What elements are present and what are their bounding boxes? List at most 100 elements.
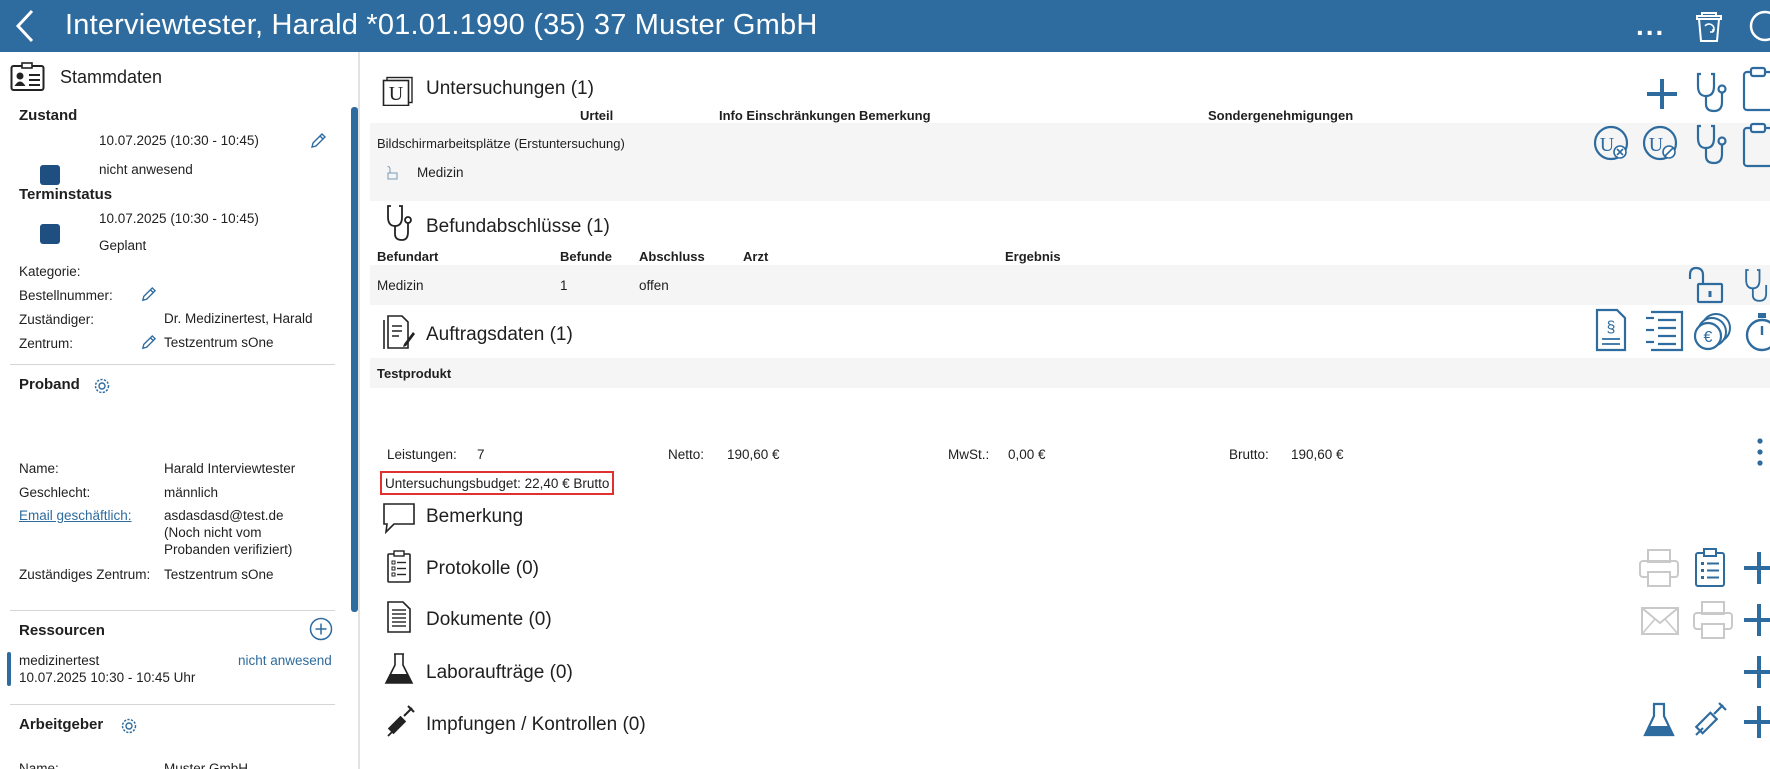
add-dokument-icon[interactable] [1742,602,1770,638]
proband-name-label: Name: [19,461,59,476]
zustand-heading: Zustand [19,107,78,124]
add-icon[interactable] [1644,76,1680,112]
col-arzt: Arzt [743,249,769,264]
arbeitgeber-name-label: Name: [19,761,59,769]
befund-befundart: Medizin [377,278,424,293]
mwst-label: MwSt.: [948,447,990,462]
list-document-icon[interactable] [1644,310,1684,352]
untersuchungsbudget-highlight: Untersuchungsbudget: 22,40 € Brutto [380,471,615,495]
svg-text:U: U [389,83,404,105]
col-info-einschraenkungen: Info Einschränkungen [719,108,856,123]
resource-name: medizinertest [19,653,100,668]
dokumente-title: Dokumente (0) [426,609,552,630]
resource-time: 10.07.2025 10:30 - 10:45 Uhr [19,670,196,685]
clipboard-icon[interactable] [1740,122,1770,168]
back-arrow-icon[interactable] [10,8,40,44]
unlock-small-icon [387,166,398,180]
auftragsdaten-title: Auftragsdaten (1) [426,324,573,345]
clipboard-checklist-icon[interactable] [1694,548,1726,588]
euro-coins-icon[interactable]: € [1692,310,1732,352]
bemerkung-title: Bemerkung [426,506,524,527]
add-protokoll-icon[interactable] [1742,550,1770,586]
svg-text:€: € [1704,329,1713,346]
envelope-disabled-icon [1641,607,1679,635]
befundabschluesse-title: Befundabschlüsse (1) [426,216,610,237]
paragraph-document-icon[interactable]: § [1593,308,1629,352]
proband-heading: Proband [19,376,80,393]
svg-text:U: U [1600,134,1615,156]
speech-bubble-icon [383,503,415,534]
netto-label: Netto: [668,447,705,462]
add-resource-icon[interactable] [309,617,333,641]
recycle-bin-icon[interactable] [1694,8,1724,44]
befund-befunde: 1 [560,278,568,293]
mwst-value: 0,00 € [1008,447,1046,462]
email-geschaeftlich-link[interactable]: Email geschäftlich: [19,508,132,523]
proband-name-value: Harald Interviewtester [164,461,296,476]
email-note-line1: (Noch nicht vom [164,525,262,540]
terminstatus-status: Geplant [99,238,147,253]
protokolle-title: Protokolle (0) [426,558,539,579]
unlock-icon[interactable] [1688,264,1728,306]
flask-icon [384,653,414,684]
urteil-reject-icon[interactable]: U [1592,124,1632,164]
untersuchung-row-title: Bildschirmarbeitsplätze (Erstuntersuchun… [377,136,625,151]
leistungen-value: 7 [477,447,485,462]
stethoscope-section-icon [387,205,412,241]
arbeitgeber-name-value: Muster GmbH [164,761,249,769]
netto-value: 190,60 € [727,447,780,462]
left-panel: Stammdaten Zustand 10.07.2025 (10:30 - 1… [0,52,360,769]
terminstatus-square [40,224,60,244]
row-more-icon[interactable] [1754,436,1766,468]
stethoscope-icon[interactable] [1693,122,1729,166]
flask-action-icon[interactable] [1642,702,1676,738]
arbeitgeber-heading: Arbeitgeber [19,716,104,733]
svg-text:§: § [1607,319,1616,336]
email-note-line2: Probanden verifiziert) [164,542,293,557]
kategorie-label: Kategorie: [19,264,81,279]
document-icon [387,601,411,633]
resource-status: nicht anwesend [238,653,332,668]
terminstatus-heading: Terminstatus [19,186,113,203]
refresh-icon[interactable] [1745,8,1770,44]
brutto-label: Brutto: [1229,447,1269,462]
zustand-datetime: 10.07.2025 (10:30 - 10:45) [99,133,259,148]
svg-text:U: U [1649,134,1664,156]
resource-indicator [7,652,11,686]
product-name: Testprodukt [377,366,452,381]
syringe-action-icon[interactable] [1692,702,1728,738]
printer-disabled-icon [1639,549,1679,587]
divider [10,610,335,611]
zustand-status-square [40,165,60,185]
gear-icon[interactable] [120,717,138,735]
left-scrollbar[interactable] [351,107,358,612]
zustaendiger-label: Zuständiger: [19,312,95,327]
edit-pencil-icon[interactable] [140,286,157,303]
syringe-icon [387,705,415,737]
zentrum-label: Zentrum: [19,336,74,351]
printer-disabled-icon [1693,601,1733,639]
clipboard-icon[interactable] [1740,66,1770,112]
untersuchung-row-sub: Medizin [417,165,464,180]
untersuchung-u-icon: U [382,76,413,106]
col-sondergenehmigungen: Sondergenehmigungen [1208,108,1354,123]
stethoscope-icon[interactable] [1693,70,1729,114]
more-menu-icon[interactable]: ... [1636,10,1665,42]
stethoscope-icon[interactable] [1742,264,1770,306]
laborauftraege-title: Laboraufträge (0) [426,662,573,683]
befund-abschluss: offen [639,278,669,293]
product-row[interactable] [370,358,1770,388]
befund-row[interactable] [370,265,1770,305]
urteil-block-icon[interactable]: U [1641,124,1681,164]
zustaendiges-zentrum-value: Testzentrum sOne [164,567,274,582]
untersuchungen-title: Untersuchungen (1) [426,78,594,99]
add-laborauftrag-icon[interactable] [1742,654,1770,690]
gear-icon[interactable] [93,377,111,395]
stopwatch-icon[interactable] [1742,310,1770,352]
add-impfung-icon[interactable] [1742,704,1770,740]
edit-pencil-icon[interactable] [309,132,327,150]
bestellnummer-label: Bestellnummer: [19,288,113,303]
geschlecht-value: männlich [164,485,219,500]
edit-pencil-icon[interactable] [140,334,157,351]
untersuchung-row[interactable] [370,123,1770,201]
